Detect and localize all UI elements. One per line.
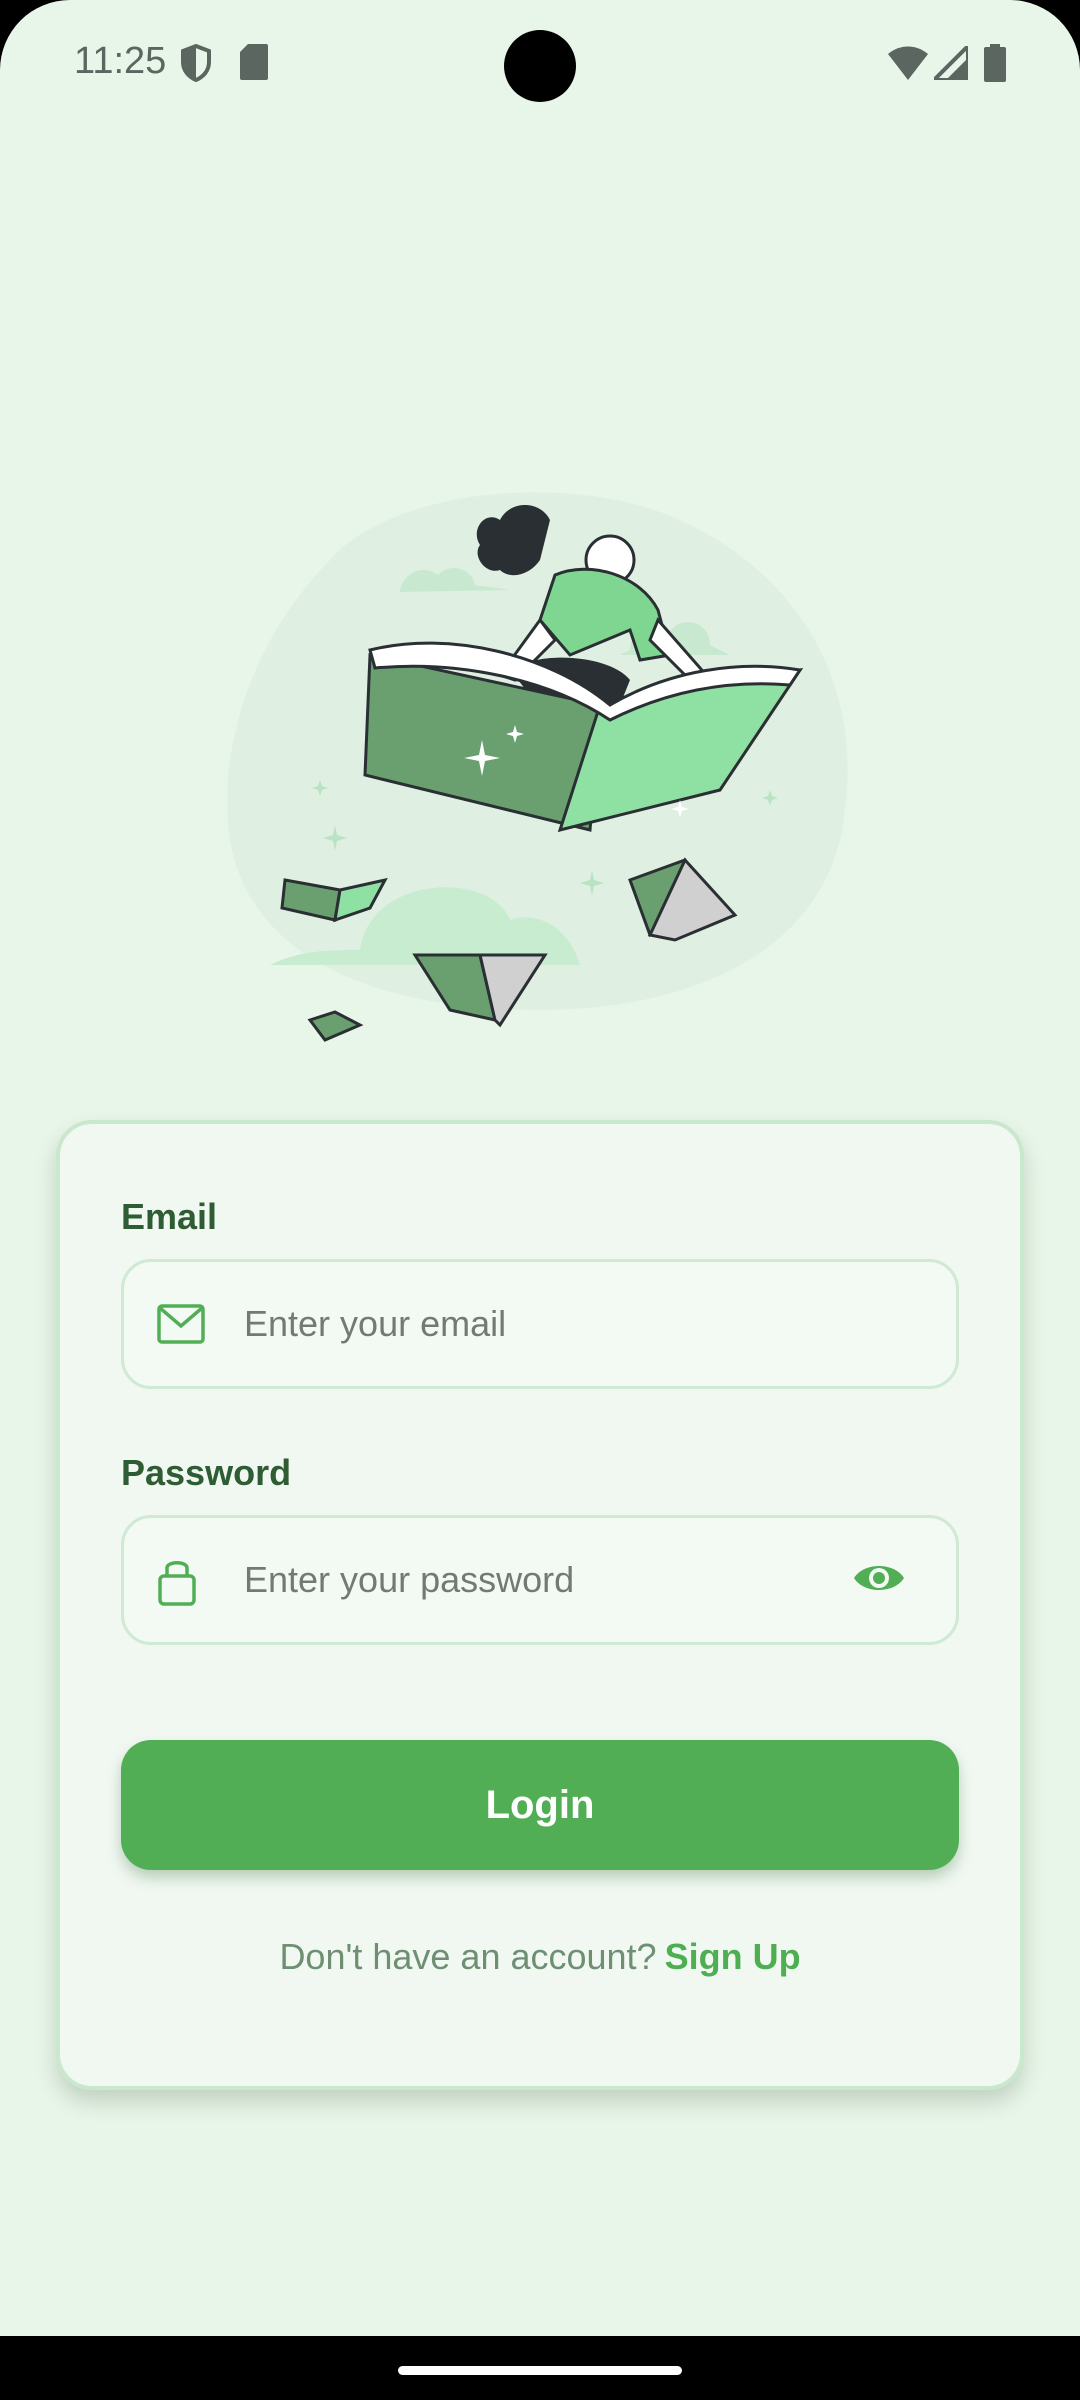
status-time: 11:25	[74, 40, 167, 82]
email-placeholder: Enter your email	[244, 1303, 507, 1344]
home-indicator[interactable]	[398, 2366, 682, 2375]
email-label: Email	[121, 1196, 218, 1237]
shield-icon	[181, 44, 211, 82]
signup-prompt: Don't have an account?	[279, 1936, 657, 1977]
password-placeholder: Enter your password	[244, 1559, 575, 1600]
email-field[interactable]: Enter your email	[121, 1259, 959, 1389]
reading-illustration	[227, 492, 848, 1042]
sd-card-icon	[240, 44, 268, 80]
signup-row: Don't have an account? Sign Up	[0, 1936, 1080, 1978]
mail-icon	[157, 1304, 205, 1344]
battery-icon	[984, 44, 1006, 82]
signal-icon	[934, 46, 968, 80]
password-field[interactable]: Enter your password	[121, 1515, 959, 1645]
password-label: Password	[121, 1452, 292, 1493]
status-bar: 11:25	[0, 0, 1080, 130]
login-screen: 11:25 Email Enter your email Password En…	[0, 0, 1080, 2336]
camera-cutout	[504, 30, 576, 102]
lock-icon	[158, 1561, 196, 1606]
login-button[interactable]: Login	[121, 1740, 959, 1870]
eye-icon[interactable]	[852, 1558, 906, 1598]
signup-link[interactable]: Sign Up	[665, 1936, 801, 1977]
wifi-icon	[888, 46, 928, 80]
